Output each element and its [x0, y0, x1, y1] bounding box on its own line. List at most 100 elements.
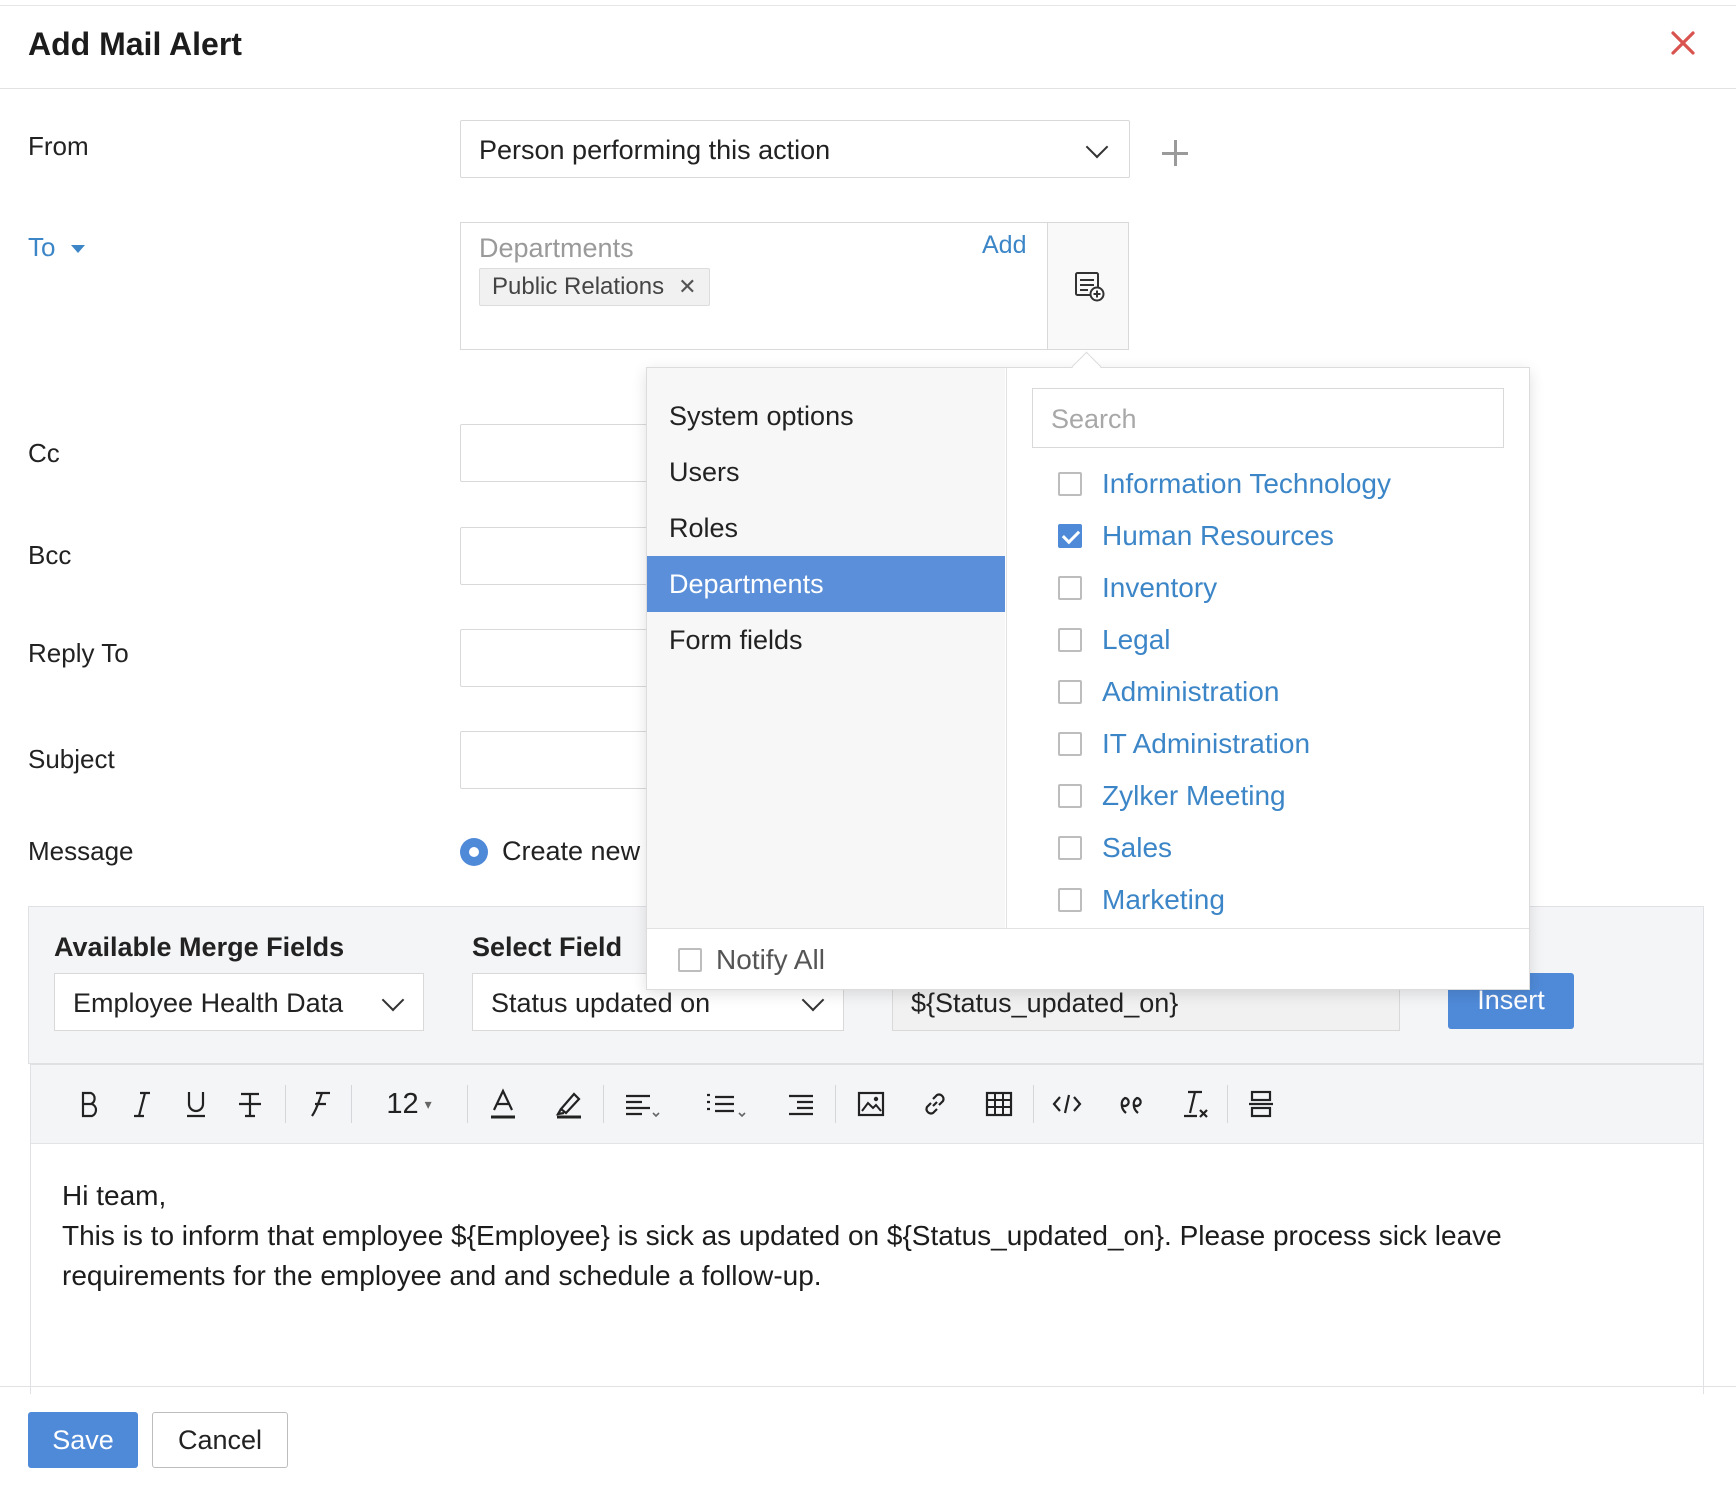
from-label: From	[28, 131, 89, 161]
table-icon[interactable]	[971, 1065, 1027, 1143]
recipient-chip: Public Relations ✕	[479, 268, 710, 306]
option-administration[interactable]: Administration	[1058, 672, 1279, 712]
chip-label: Public Relations	[492, 273, 665, 300]
notify-all-toggle[interactable]: Notify All	[678, 944, 825, 976]
footer-divider	[0, 1386, 1736, 1387]
to-recipients-field[interactable]: Departments Add Public Relations ✕	[460, 222, 1048, 350]
option-marketing[interactable]: Marketing	[1058, 880, 1225, 920]
option-information-technology[interactable]: Information Technology	[1058, 464, 1391, 504]
highlight-icon[interactable]	[541, 1065, 597, 1143]
notify-all-checkbox[interactable]	[678, 948, 702, 972]
message-label: Message	[28, 836, 134, 866]
option-zylker-meeting[interactable]: Zylker Meeting	[1058, 776, 1286, 816]
create-new-label: Create new	[502, 836, 641, 866]
picker-footer-divider	[647, 928, 1529, 929]
toolbar-separator	[835, 1085, 836, 1123]
quote-icon[interactable]	[1103, 1065, 1159, 1143]
create-new-radio[interactable]	[460, 838, 488, 866]
checkbox[interactable]	[1058, 628, 1082, 652]
save-button[interactable]: Save	[28, 1412, 138, 1468]
toolbar-separator	[351, 1085, 352, 1123]
chevron-down-icon	[801, 988, 825, 1012]
select-field-label: Select Field	[472, 932, 623, 962]
underline-icon[interactable]	[171, 1065, 221, 1143]
checkbox[interactable]	[1058, 680, 1082, 704]
add-sender-plus-icon[interactable]	[1160, 138, 1190, 168]
option-it-administration[interactable]: IT Administration	[1058, 724, 1310, 764]
option-label: Legal	[1102, 624, 1171, 655]
strikethrough-icon[interactable]	[225, 1065, 275, 1143]
close-icon[interactable]	[1668, 28, 1698, 58]
checkbox[interactable]	[1058, 888, 1082, 912]
cc-label: Cc	[28, 438, 60, 468]
editor-toolbar: 12 ▾	[31, 1065, 1703, 1144]
option-human-resources[interactable]: Human Resources	[1058, 516, 1334, 556]
recipient-picker-button[interactable]	[1047, 222, 1129, 350]
bold-icon[interactable]	[65, 1065, 115, 1143]
code-icon[interactable]	[1039, 1065, 1095, 1143]
checkbox-checked[interactable]	[1058, 524, 1082, 548]
bcc-label: Bcc	[28, 540, 72, 570]
checkbox[interactable]	[1058, 472, 1082, 496]
list-add-icon	[1075, 272, 1105, 302]
from-select[interactable]: Person performing this action	[460, 120, 1130, 178]
toolbar-separator	[1227, 1085, 1228, 1123]
picker-category-list: System options Users Roles Departments F…	[647, 368, 1005, 928]
caret-down-icon	[71, 245, 86, 254]
align-icon[interactable]	[611, 1065, 673, 1143]
option-sales[interactable]: Sales	[1058, 828, 1172, 868]
category-users[interactable]: Users	[647, 444, 1005, 500]
option-inventory[interactable]: Inventory	[1058, 568, 1217, 608]
option-label: Zylker Meeting	[1102, 780, 1286, 811]
category-system-options[interactable]: System options	[647, 388, 1005, 444]
dialog-title: Add Mail Alert	[28, 26, 242, 62]
image-icon[interactable]	[843, 1065, 899, 1143]
category-departments[interactable]: Departments	[647, 556, 1005, 612]
top-border	[0, 5, 1736, 6]
available-merge-fields-label: Available Merge Fields	[54, 932, 345, 962]
font-family-icon[interactable]	[295, 1065, 345, 1143]
option-label: Inventory	[1102, 572, 1218, 603]
search-placeholder: Search	[1051, 404, 1137, 434]
checkbox[interactable]	[1058, 836, 1082, 860]
reply-to-label: Reply To	[28, 638, 129, 668]
picker-search-input[interactable]: Search	[1032, 388, 1504, 448]
italic-icon[interactable]	[117, 1065, 167, 1143]
option-label: Sales	[1102, 832, 1173, 863]
checkbox[interactable]	[1058, 784, 1082, 808]
list-icon[interactable]	[695, 1065, 757, 1143]
option-label: Human Resources	[1102, 520, 1334, 551]
page-break-icon[interactable]	[1233, 1065, 1289, 1143]
category-roles[interactable]: Roles	[647, 500, 1005, 556]
toolbar-separator	[603, 1085, 604, 1123]
to-placeholder: Departments	[479, 233, 634, 263]
font-size-dropdown[interactable]: 12 ▾	[361, 1065, 457, 1143]
merge-placeholder-value: ${Status_updated_on}	[911, 988, 1179, 1018]
link-icon[interactable]	[907, 1065, 963, 1143]
toolbar-separator	[467, 1085, 468, 1123]
clear-format-icon[interactable]	[1167, 1065, 1223, 1143]
subject-label: Subject	[28, 744, 115, 774]
to-recipient-type-dropdown[interactable]: To	[28, 232, 86, 263]
notify-all-label: Notify All	[716, 944, 825, 975]
font-size-value: 12	[386, 1087, 419, 1120]
checkbox[interactable]	[1058, 576, 1082, 600]
merge-form-value: Employee Health Data	[73, 988, 344, 1018]
merge-field-value: Status updated on	[491, 988, 711, 1018]
checkbox[interactable]	[1058, 732, 1082, 756]
to-add-link[interactable]: Add	[982, 231, 1026, 260]
message-line-2: This is to inform that employee ${Employ…	[62, 1220, 1502, 1291]
merge-form-select[interactable]: Employee Health Data	[54, 973, 424, 1031]
message-line-1: Hi team,	[62, 1180, 167, 1211]
toolbar-separator	[285, 1085, 286, 1123]
text-color-icon[interactable]	[475, 1065, 531, 1143]
message-body[interactable]: Hi team, This is to inform that employee…	[62, 1176, 1622, 1296]
header-divider	[0, 88, 1736, 89]
category-form-fields[interactable]: Form fields	[647, 612, 1005, 668]
indent-icon[interactable]	[773, 1065, 829, 1143]
option-label: Marketing	[1102, 884, 1225, 915]
chip-remove-icon[interactable]: ✕	[678, 274, 696, 299]
from-select-value: Person performing this action	[479, 135, 831, 165]
option-legal[interactable]: Legal	[1058, 620, 1171, 660]
cancel-button[interactable]: Cancel	[152, 1412, 288, 1468]
